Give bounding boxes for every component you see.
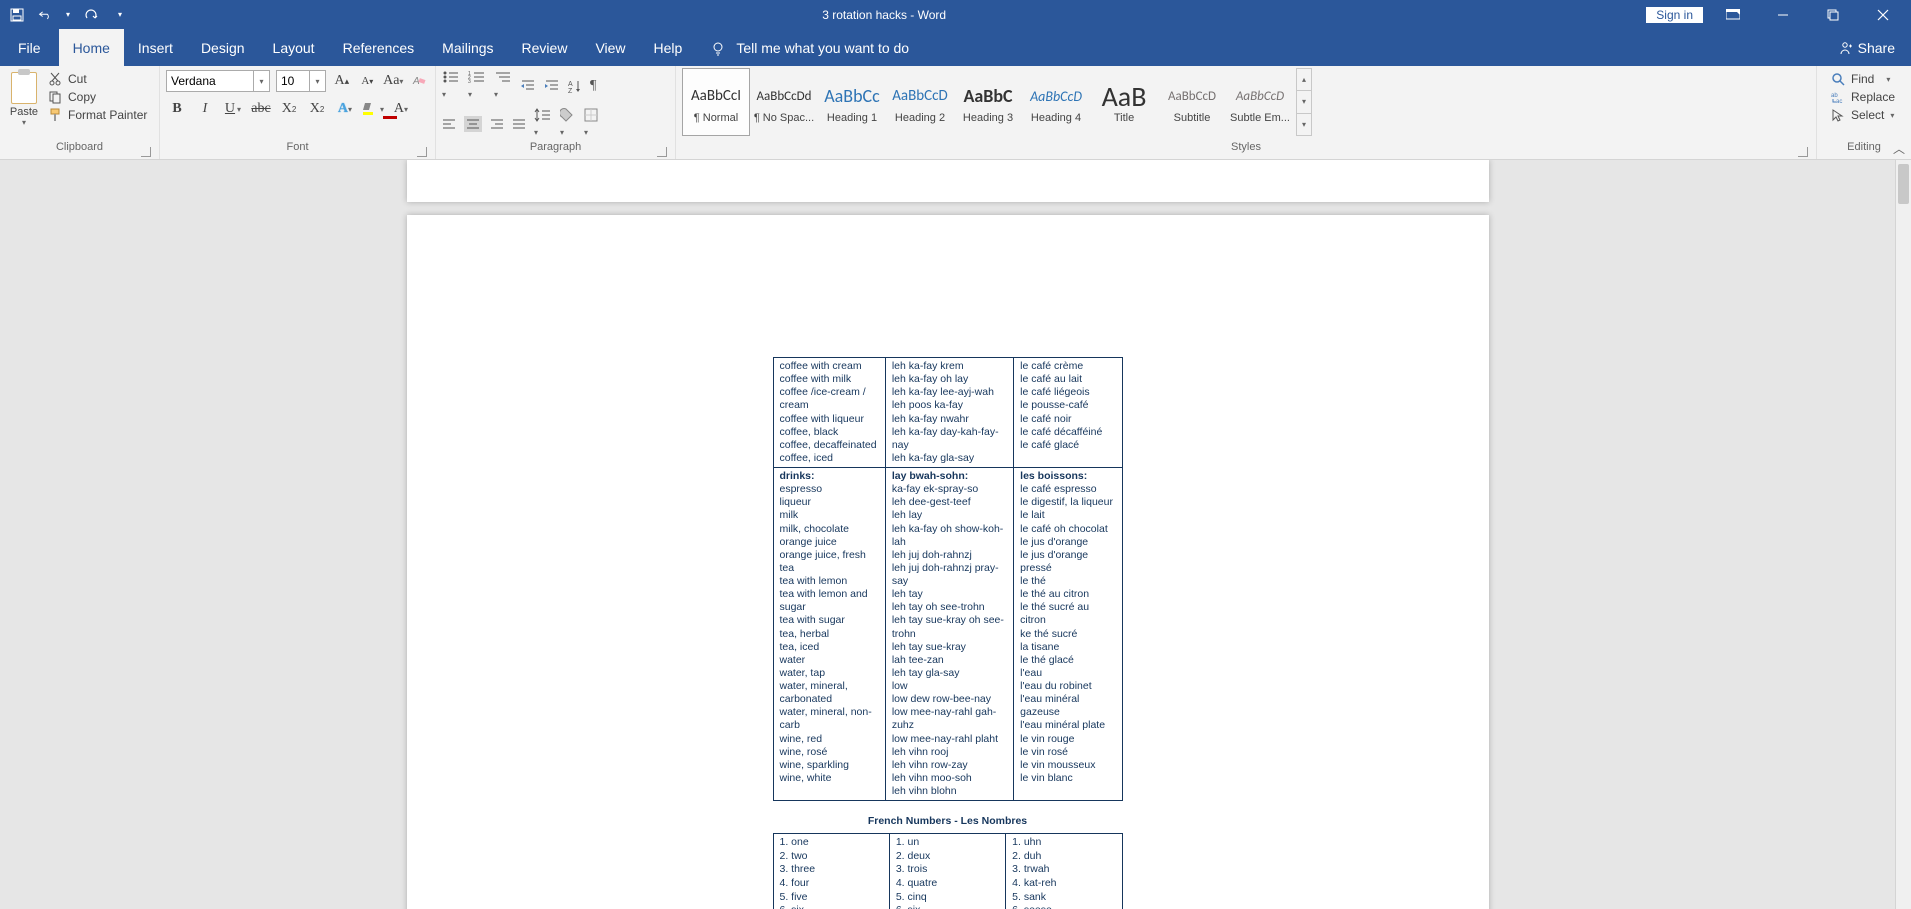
tab-references[interactable]: References: [329, 29, 429, 66]
style-item[interactable]: AaBbCcDHeading 2: [886, 68, 954, 136]
clear-formatting-icon[interactable]: A: [409, 70, 429, 92]
cut-button[interactable]: Cut: [48, 72, 147, 86]
select-button[interactable]: Select▾: [1831, 108, 1895, 122]
subscript-button[interactable]: X2: [278, 98, 300, 120]
collapse-ribbon-icon[interactable]: ︿: [1893, 140, 1905, 157]
styles-gallery[interactable]: AaBbCcI¶ NormalAaBbCcDd¶ No Spac...AaBbC…: [682, 68, 1312, 136]
underline-button[interactable]: U▾: [222, 98, 244, 120]
save-icon[interactable]: [10, 8, 24, 22]
page[interactable]: coffee with creamcoffee with milkcoffee …: [407, 215, 1489, 909]
format-painter-button[interactable]: Format Painter: [48, 108, 147, 122]
justify-icon[interactable]: [512, 118, 526, 130]
text-effects-icon[interactable]: A▾: [334, 98, 356, 120]
shrink-font-icon[interactable]: A▾: [358, 70, 378, 92]
style-item[interactable]: AaBbCcHeading 1: [818, 68, 886, 136]
numbering-icon[interactable]: 123▾: [468, 70, 486, 102]
styles-launcher-icon[interactable]: [1798, 147, 1808, 157]
bullets-icon[interactable]: ▾: [442, 70, 460, 102]
ribbon: Paste ▾ Cut Copy Format Painter Clipboar…: [0, 66, 1911, 160]
line-spacing-icon[interactable]: ▾: [534, 108, 552, 140]
font-name-dropdown-icon[interactable]: ▾: [254, 70, 270, 92]
vocab-table[interactable]: coffee with creamcoffee with milkcoffee …: [773, 357, 1123, 801]
svg-text:ac: ac: [1836, 99, 1842, 104]
paragraph-launcher-icon[interactable]: [657, 147, 667, 157]
clipboard-launcher-icon[interactable]: [141, 147, 151, 157]
bold-button[interactable]: B: [166, 98, 188, 120]
document-area[interactable]: coffee with creamcoffee with milkcoffee …: [0, 160, 1895, 909]
ribbon-display-icon[interactable]: [1713, 0, 1753, 29]
tab-view[interactable]: View: [581, 29, 639, 66]
share-label: Share: [1858, 40, 1895, 56]
page-prev: [407, 160, 1489, 202]
strikethrough-button[interactable]: abc: [250, 98, 272, 120]
tab-mailings[interactable]: Mailings: [428, 29, 507, 66]
styles-group-label: Styles: [1231, 141, 1261, 153]
clipboard-icon: [11, 72, 37, 104]
tab-review[interactable]: Review: [508, 29, 582, 66]
share-button[interactable]: Share: [1822, 29, 1911, 66]
style-item[interactable]: AaBbCcDHeading 4: [1022, 68, 1090, 136]
window-title: 3 rotation hacks - Word: [122, 8, 1646, 22]
highlight-icon[interactable]: ▾: [362, 98, 384, 120]
font-size-input[interactable]: 10: [276, 70, 310, 92]
multilevel-list-icon[interactable]: ▾: [494, 70, 512, 102]
paste-button[interactable]: Paste ▾: [6, 68, 42, 127]
svg-text:Z: Z: [568, 88, 573, 93]
decrease-indent-icon[interactable]: [520, 79, 536, 93]
tab-design[interactable]: Design: [187, 29, 259, 66]
svg-text:3: 3: [468, 79, 471, 84]
lightbulb-icon: [710, 40, 726, 56]
styles-more-button[interactable]: ▴▾▾: [1296, 68, 1312, 136]
minimize-icon[interactable]: [1763, 0, 1803, 29]
font-color-icon[interactable]: A▾: [390, 98, 412, 120]
copy-button[interactable]: Copy: [48, 90, 147, 104]
style-item[interactable]: AaBbCHeading 3: [954, 68, 1022, 136]
font-name-input[interactable]: Verdana: [166, 70, 254, 92]
find-button[interactable]: Find▾: [1831, 72, 1895, 86]
tab-insert[interactable]: Insert: [124, 29, 187, 66]
style-item[interactable]: AaBbCcDSubtle Em...: [1226, 68, 1294, 136]
maximize-icon[interactable]: [1813, 0, 1853, 29]
style-item[interactable]: AaBbCcDSubtitle: [1158, 68, 1226, 136]
font-size-dropdown-icon[interactable]: ▾: [310, 70, 326, 92]
redo-icon[interactable]: [84, 8, 98, 22]
superscript-button[interactable]: X2: [306, 98, 328, 120]
align-right-icon[interactable]: [490, 118, 504, 130]
font-launcher-icon[interactable]: [417, 147, 427, 157]
show-hide-icon[interactable]: ¶: [590, 78, 596, 94]
style-item[interactable]: AaBbCcI¶ Normal: [682, 68, 750, 136]
ribbon-tabs: File Home Insert Design Layout Reference…: [0, 29, 1911, 66]
signin-button[interactable]: Sign in: [1646, 7, 1703, 23]
tab-file[interactable]: File: [0, 29, 59, 66]
replace-button[interactable]: abacReplace: [1831, 90, 1895, 104]
change-case-icon[interactable]: Aa▾: [383, 70, 403, 92]
increase-indent-icon[interactable]: [544, 79, 560, 93]
editing-group-label: Editing: [1847, 141, 1881, 153]
svg-text:A: A: [568, 81, 573, 88]
title-bar: ▾ ▾ 3 rotation hacks - Word Sign in: [0, 0, 1911, 29]
undo-icon[interactable]: [38, 8, 52, 22]
undo-dropdown-icon[interactable]: ▾: [66, 10, 70, 19]
align-left-icon[interactable]: [442, 118, 456, 130]
vertical-scrollbar[interactable]: [1895, 160, 1911, 909]
tab-layout[interactable]: Layout: [259, 29, 329, 66]
font-group-label: Font: [286, 141, 308, 153]
borders-icon[interactable]: ▾: [584, 108, 598, 140]
shading-icon[interactable]: ▾: [560, 108, 576, 140]
scroll-thumb[interactable]: [1898, 164, 1909, 204]
clipboard-group-label: Clipboard: [56, 141, 103, 153]
tab-home[interactable]: Home: [59, 29, 124, 66]
tab-help[interactable]: Help: [640, 29, 697, 66]
grow-font-icon[interactable]: A▴: [332, 70, 352, 92]
close-icon[interactable]: [1863, 0, 1903, 29]
numbers-heading[interactable]: French Numbers - Les Nombres: [587, 815, 1309, 827]
italic-button[interactable]: I: [194, 98, 216, 120]
align-center-icon[interactable]: [464, 116, 482, 132]
sort-icon[interactable]: AZ: [568, 79, 582, 93]
paragraph-group-label: Paragraph: [530, 141, 581, 153]
style-item[interactable]: AaBbCcDd¶ No Spac...: [750, 68, 818, 136]
style-item[interactable]: AaBTitle: [1090, 68, 1158, 136]
tellme-input[interactable]: Tell me what you want to do: [736, 40, 909, 56]
numbers-table[interactable]: 1. one2. two3. three4. four5. five6. six…: [773, 833, 1123, 909]
